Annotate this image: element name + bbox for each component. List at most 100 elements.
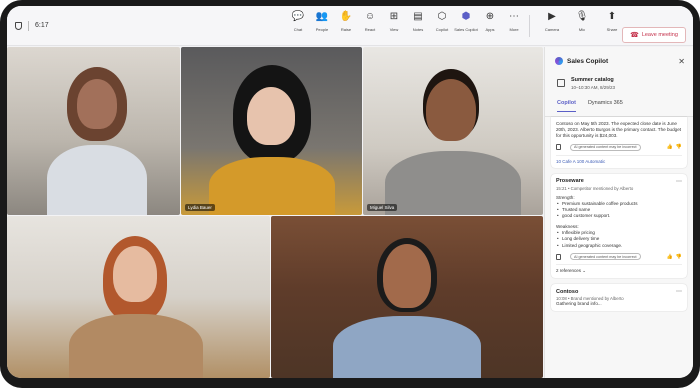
shield-icon	[15, 21, 22, 30]
card-header: Contoso ⋯	[556, 288, 682, 296]
brand-card: Contoso ⋯ 10:08 • Brand mentioned by Alb…	[551, 284, 687, 312]
tool-label: React	[364, 27, 376, 32]
react-icon: ☺	[364, 11, 376, 22]
card-actions: AI generated content may be incorrect 👍 …	[556, 253, 682, 261]
panel-header: Sales Copilot ✕	[545, 47, 693, 67]
leave-meeting-button[interactable]: ☎ Leave meeting	[622, 27, 686, 43]
thumbs-up-icon[interactable]: 👍	[667, 144, 673, 150]
opportunity-summary: Contoso on May 5th 2023. The expected cl…	[556, 121, 682, 139]
phone-hangup-icon: ☎	[630, 32, 639, 39]
list-item: Limited geographic coverage.	[556, 243, 682, 250]
thumbs-down-icon[interactable]: 👎	[676, 144, 682, 150]
tab-dynamics-365[interactable]: Dynamics 365	[588, 100, 623, 116]
chat-button[interactable]: 💬 Chat	[286, 10, 310, 33]
tool-label: Copilot	[435, 27, 449, 32]
copilot-logo-icon	[555, 57, 563, 65]
ai-disclaimer: AI generated content may be incorrect	[570, 253, 641, 261]
teams-meeting-window: 6:17 💬 Chat 👥 People ✋ Raise ☺ React ⊞ View ▤ Notes…	[7, 6, 693, 378]
participant-body	[385, 151, 521, 215]
brand-name: Contoso	[556, 288, 579, 295]
video-tile[interactable]	[7, 47, 180, 215]
view-icon: ⊞	[389, 11, 399, 22]
meeting-timer: 6:17	[15, 20, 49, 31]
card-actions: AI generated content may be incorrect 👍 …	[556, 143, 682, 151]
thumbs-down-icon[interactable]: 👎	[676, 254, 682, 260]
apps-button[interactable]: ⊕ Apps	[478, 10, 502, 33]
meeting-title: Summer catalog	[571, 77, 614, 83]
thumbs-up-icon[interactable]: 👍	[667, 254, 673, 260]
raise-button[interactable]: ✋ Raise	[334, 10, 358, 33]
opportunity-card: Contoso on May 5th 2023. The expected cl…	[551, 117, 687, 168]
competitor-name: Proseware	[556, 178, 584, 185]
raise-hand-icon: ✋	[339, 11, 353, 22]
participant-face	[77, 79, 117, 129]
participant-face	[247, 87, 295, 145]
tool-label: Chat	[293, 27, 303, 32]
participant-name: Miguel Silva	[367, 204, 398, 211]
references-toggle[interactable]: 2 references ⌄	[556, 264, 682, 274]
chevron-down-icon: ⌄	[582, 268, 587, 274]
meeting-info: Summer catalog 10–10:30 AM, 8/29/23	[545, 67, 693, 90]
participant-body	[47, 145, 147, 215]
people-button[interactable]: 👥 People	[310, 10, 334, 33]
tool-label: People	[315, 27, 329, 32]
mic-button[interactable]: 🎙 Mic	[567, 10, 597, 33]
participant-name: Lydia Bauer	[185, 204, 215, 211]
copy-icon[interactable]	[556, 144, 561, 151]
calendar-icon	[557, 79, 565, 87]
participant-face	[383, 244, 431, 308]
video-tile[interactable]: Miguel Silva	[363, 47, 543, 215]
video-tile[interactable]	[7, 216, 270, 378]
more-options-icon[interactable]: ⋯	[676, 288, 682, 295]
video-tile[interactable]	[271, 216, 543, 378]
references-label: 2 references	[556, 268, 582, 274]
participant-face	[426, 79, 476, 141]
view-button[interactable]: ⊞ View	[382, 10, 406, 33]
notes-icon: ▤	[413, 11, 423, 22]
strength-label: Strength:	[556, 194, 575, 200]
weakness-label: Weakness:	[556, 223, 579, 229]
copy-icon[interactable]	[556, 253, 561, 260]
product-link[interactable]: 10 Cafe A 100 Automatic	[556, 154, 682, 164]
participant-face	[113, 246, 157, 302]
tool-label: Sales Copilot	[454, 27, 478, 32]
video-tile[interactable]: Lydia Bauer	[181, 47, 362, 215]
toolbar-actions: 💬 Chat 👥 People ✋ Raise ☺ React ⊞ View ▤ Notes ⬡ Copi…	[286, 10, 526, 33]
participant-body	[333, 316, 481, 378]
meeting-toolbar: 6:17 💬 Chat 👥 People ✋ Raise ☺ React ⊞ View ▤ Notes…	[7, 6, 693, 46]
chat-icon: 💬	[291, 11, 305, 22]
sales-copilot-icon: ⬢	[461, 11, 471, 22]
camera-icon: ▶	[548, 11, 556, 22]
panel-content: Contoso on May 5th 2023. The expected cl…	[545, 117, 693, 312]
react-button[interactable]: ☺ React	[358, 10, 382, 33]
close-icon[interactable]: ✕	[678, 57, 685, 66]
more-options-icon[interactable]: ⋯	[676, 178, 682, 185]
camera-button[interactable]: ▶ Camera	[537, 10, 567, 33]
notes-button[interactable]: ▤ Notes	[406, 10, 430, 33]
brand-status: Gathering brand info...	[556, 301, 602, 307]
copilot-button[interactable]: ⬡ Copilot	[430, 10, 454, 33]
media-controls: ▶ Camera 🎙 Mic ⬆ Share	[537, 10, 627, 33]
participant-body	[209, 157, 335, 215]
share-label: Share	[606, 27, 618, 32]
strength-list: Premium sustainable coffee products Trus…	[556, 201, 682, 221]
tab-copilot[interactable]: Copilot	[557, 100, 576, 112]
tool-label: Raise	[340, 27, 352, 32]
more-icon: ⋯	[509, 11, 519, 22]
participant-body	[69, 314, 203, 378]
more-button[interactable]: ⋯ More	[502, 10, 526, 33]
weakness-list: Inflexible pricing Long delivery time Li…	[556, 230, 682, 250]
divider	[28, 20, 29, 31]
camera-label: Camera	[544, 27, 560, 32]
tool-label: Notes	[412, 27, 424, 32]
competitor-subtitle: 15:21 • Competitor mentioned by Alberto	[556, 185, 634, 191]
microphone-icon: 🎙	[575, 11, 589, 22]
copilot-icon: ⬡	[437, 11, 447, 22]
divider	[529, 15, 530, 37]
meeting-time: 10–10:30 AM, 8/29/23	[571, 85, 616, 90]
ai-disclaimer: AI generated content may be incorrect	[570, 143, 641, 151]
sales-copilot-button[interactable]: ⬢ Sales Copilot	[454, 10, 478, 33]
people-icon: 👥	[315, 11, 329, 22]
share-icon: ⬆	[607, 11, 617, 22]
sales-copilot-panel: Sales Copilot ✕ Summer catalog 10–10:30 …	[544, 47, 693, 378]
